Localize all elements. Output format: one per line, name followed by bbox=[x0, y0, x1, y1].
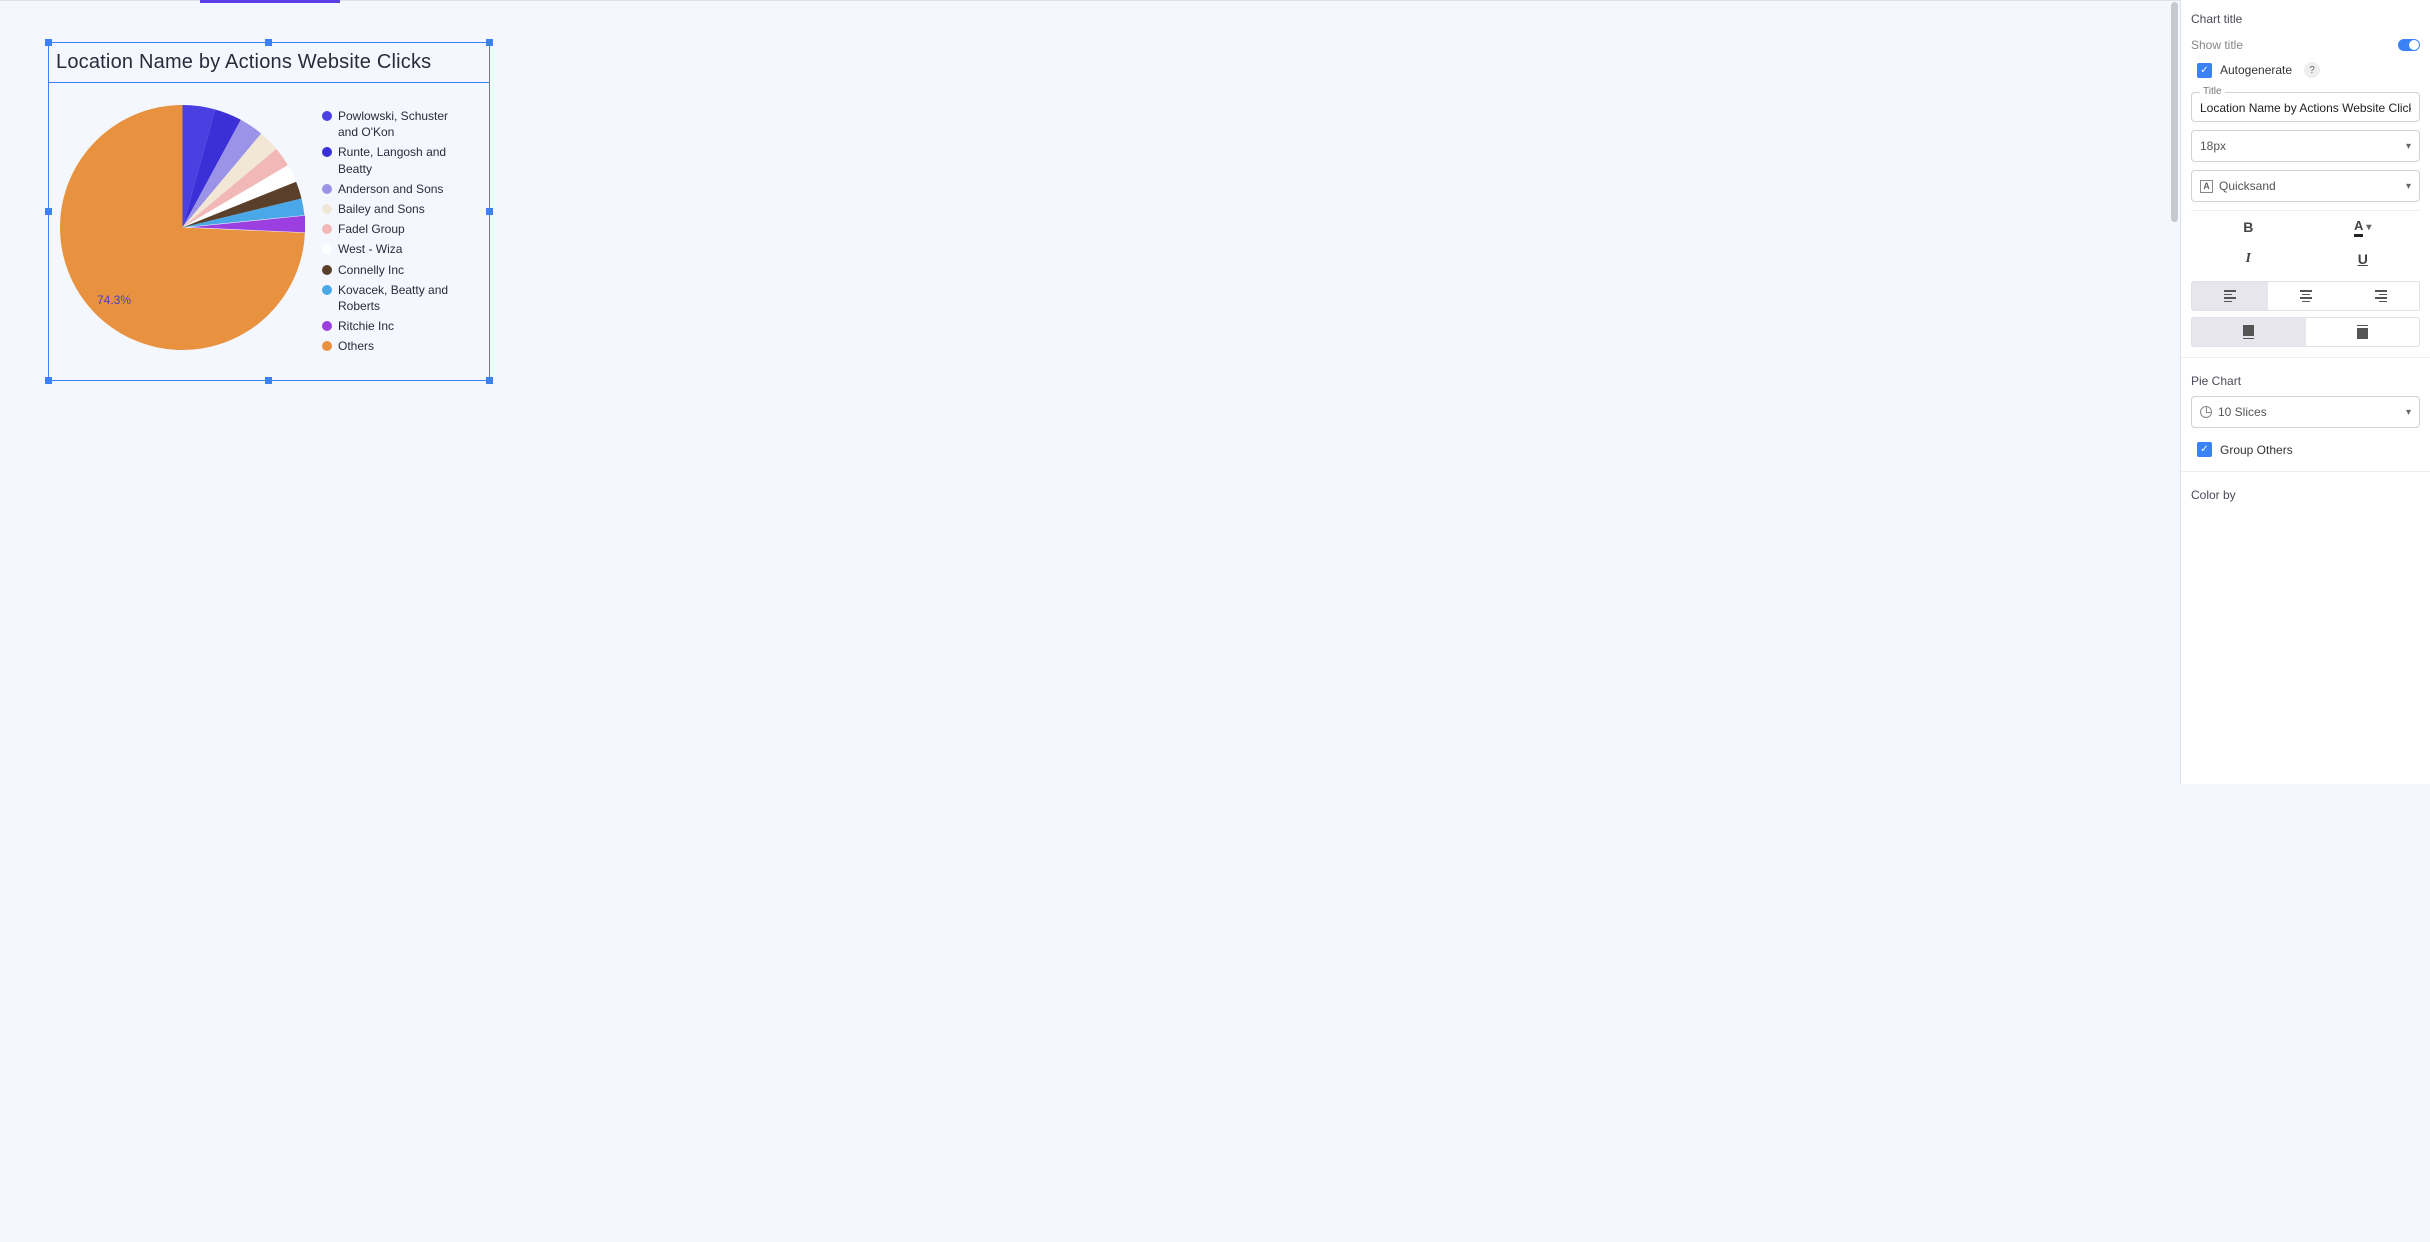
slices-select[interactable]: 10 Slices ▾ bbox=[2191, 396, 2420, 428]
align-center-button[interactable] bbox=[2268, 282, 2344, 310]
legend-swatch bbox=[322, 147, 332, 157]
legend-label: Bailey and Sons bbox=[338, 201, 425, 217]
underline-button[interactable]: U bbox=[2306, 243, 2421, 275]
layout-above-button[interactable] bbox=[2192, 318, 2306, 346]
legend-label: West - Wiza bbox=[338, 241, 402, 257]
legend-swatch bbox=[322, 111, 332, 121]
legend-swatch bbox=[322, 204, 332, 214]
title-field-legend: Title bbox=[2200, 86, 2225, 97]
chevron-down-icon: ▾ bbox=[2406, 181, 2411, 192]
resize-handle-s[interactable] bbox=[265, 377, 272, 384]
legend-swatch bbox=[322, 341, 332, 351]
pie-slice-label: 74.3% bbox=[97, 293, 131, 307]
resize-handle-e[interactable] bbox=[486, 208, 493, 215]
pie-chart[interactable]: 74.3% bbox=[60, 105, 305, 350]
group-others-row: ✓ Group Others bbox=[2181, 436, 2430, 467]
divider bbox=[2181, 471, 2430, 472]
text-format-grid: B A▾ I U bbox=[2191, 210, 2420, 275]
active-tab-indicator bbox=[200, 0, 340, 3]
italic-button[interactable]: I bbox=[2191, 243, 2306, 275]
resize-handle-n[interactable] bbox=[265, 39, 272, 46]
group-others-label: Group Others bbox=[2220, 443, 2293, 457]
help-icon[interactable]: ? bbox=[2304, 62, 2320, 78]
autogenerate-checkbox[interactable]: ✓ bbox=[2197, 63, 2212, 78]
text-align-group bbox=[2191, 281, 2420, 311]
legend-label: Ritchie Inc bbox=[338, 318, 394, 334]
legend-label: Fadel Group bbox=[338, 221, 405, 237]
legend-item[interactable]: Fadel Group bbox=[322, 221, 467, 237]
legend-item[interactable]: Kovacek, Beatty and Roberts bbox=[322, 282, 467, 314]
legend-swatch bbox=[322, 321, 332, 331]
font-family-select[interactable]: A Quicksand ▾ bbox=[2191, 170, 2420, 202]
legend-item[interactable]: Connelly Inc bbox=[322, 262, 467, 278]
font-size-value: 18px bbox=[2200, 139, 2226, 153]
align-left-button[interactable] bbox=[2192, 282, 2268, 310]
slices-value: 10 Slices bbox=[2218, 405, 2267, 419]
align-right-button[interactable] bbox=[2343, 282, 2419, 310]
chevron-down-icon: ▾ bbox=[2406, 407, 2411, 418]
legend-label: Anderson and Sons bbox=[338, 181, 443, 197]
legend-item[interactable]: Powlowski, Schuster and O'Kon bbox=[322, 108, 467, 140]
resize-handle-ne[interactable] bbox=[486, 39, 493, 46]
title-input[interactable] bbox=[2200, 101, 2411, 115]
title-layout-group bbox=[2191, 317, 2420, 347]
app-root: Location Name by Actions Website Clicks … bbox=[0, 0, 2430, 784]
legend-swatch bbox=[322, 244, 332, 254]
canvas-area[interactable]: Location Name by Actions Website Clicks … bbox=[0, 0, 2180, 784]
title-input-field[interactable]: Title bbox=[2191, 92, 2420, 122]
legend-label: Others bbox=[338, 338, 374, 354]
legend-swatch bbox=[322, 285, 332, 295]
resize-handle-nw[interactable] bbox=[45, 39, 52, 46]
autogenerate-label: Autogenerate bbox=[2220, 63, 2292, 77]
legend-swatch bbox=[322, 224, 332, 234]
resize-handle-se[interactable] bbox=[486, 377, 493, 384]
group-others-checkbox[interactable]: ✓ bbox=[2197, 442, 2212, 457]
legend-item[interactable]: Anderson and Sons bbox=[322, 181, 467, 197]
legend-label: Connelly Inc bbox=[338, 262, 404, 278]
properties-sidebar: Chart title Show title ✓ Autogenerate ? … bbox=[2180, 0, 2430, 784]
legend-item[interactable]: Bailey and Sons bbox=[322, 201, 467, 217]
scrollbar-thumb[interactable] bbox=[2171, 2, 2178, 222]
legend-item[interactable]: Ritchie Inc bbox=[322, 318, 467, 334]
section-chart-title: Chart title bbox=[2181, 0, 2430, 34]
font-icon: A bbox=[2200, 180, 2213, 193]
text-color-button[interactable]: A▾ bbox=[2306, 211, 2421, 243]
pie-icon bbox=[2200, 406, 2212, 418]
font-family-value: Quicksand bbox=[2219, 179, 2276, 193]
legend-item[interactable]: Runte, Langosh and Beatty bbox=[322, 144, 467, 176]
layout-below-button[interactable] bbox=[2306, 318, 2420, 346]
show-title-row: Show title bbox=[2181, 34, 2430, 56]
legend-swatch bbox=[322, 184, 332, 194]
chart-legend: Powlowski, Schuster and O'Kon Runte, Lang… bbox=[322, 108, 467, 358]
divider bbox=[2181, 357, 2430, 358]
resize-handle-sw[interactable] bbox=[45, 377, 52, 384]
autogenerate-row: ✓ Autogenerate ? bbox=[2181, 56, 2430, 88]
resize-handle-w[interactable] bbox=[45, 208, 52, 215]
legend-label: Runte, Langosh and Beatty bbox=[338, 144, 467, 176]
font-size-select[interactable]: 18px ▾ bbox=[2191, 130, 2420, 162]
section-pie-chart: Pie Chart bbox=[2181, 362, 2430, 396]
legend-swatch bbox=[322, 265, 332, 275]
legend-item[interactable]: West - Wiza bbox=[322, 241, 467, 257]
show-title-toggle[interactable] bbox=[2398, 39, 2420, 51]
legend-label: Kovacek, Beatty and Roberts bbox=[338, 282, 467, 314]
chevron-down-icon: ▾ bbox=[2406, 141, 2411, 152]
show-title-label: Show title bbox=[2191, 38, 2243, 52]
section-color-by: Color by bbox=[2181, 476, 2430, 504]
bold-button[interactable]: B bbox=[2191, 211, 2306, 243]
legend-label: Powlowski, Schuster and O'Kon bbox=[338, 108, 467, 140]
legend-item[interactable]: Others bbox=[322, 338, 467, 354]
